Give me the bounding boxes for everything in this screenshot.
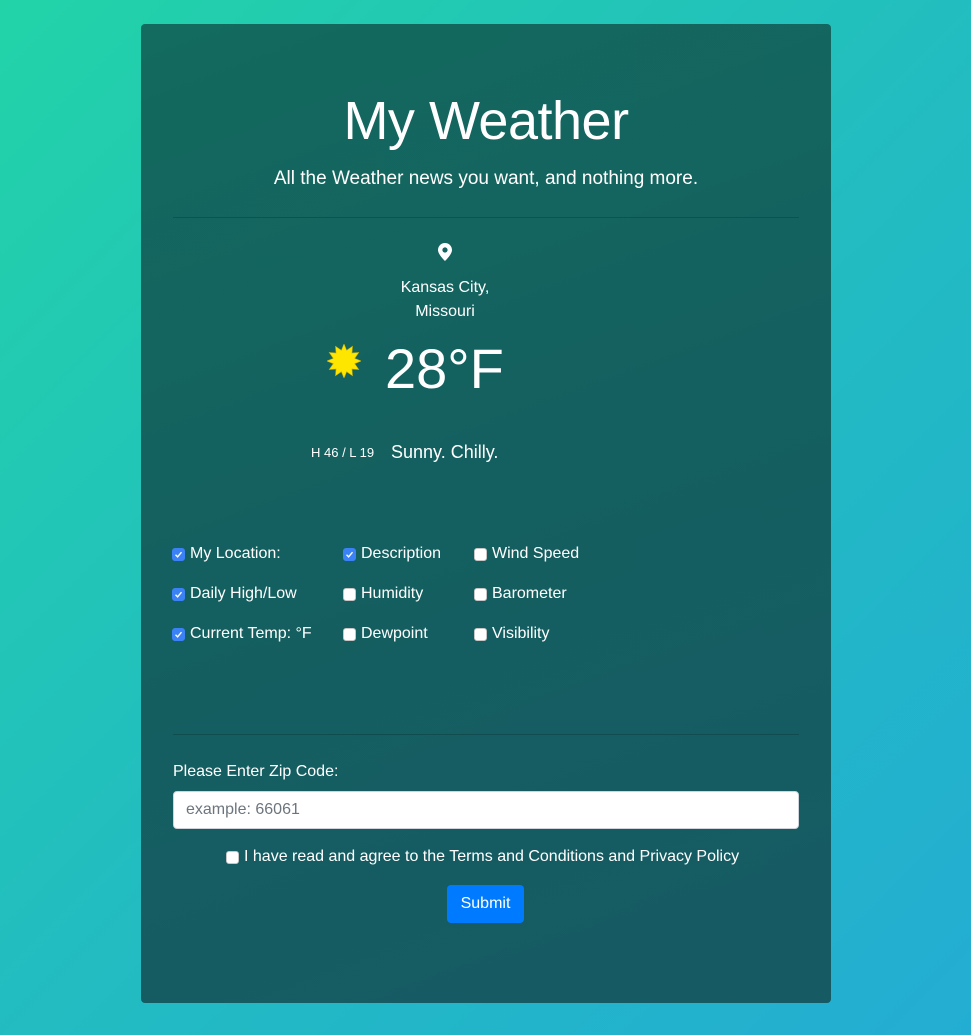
terms-checkbox[interactable]	[226, 850, 239, 864]
daily-high-low-checkbox[interactable]	[172, 587, 185, 601]
map-pin-icon	[438, 243, 452, 261]
visibility-checkbox[interactable]	[474, 627, 487, 641]
dewpoint-checkbox[interactable]	[343, 627, 356, 641]
weather-description: Sunny. Chilly.	[391, 442, 499, 462]
option-dewpoint[interactable]: Dewpoint	[343, 622, 428, 646]
page-title: My Weather	[343, 91, 629, 151]
option-daily-high-low[interactable]: Daily High/Low	[172, 582, 297, 606]
page-subtitle: All the Weather news you want, and nothi…	[273, 168, 699, 189]
zip-code-input[interactable]	[173, 791, 799, 829]
option-description[interactable]: Description	[343, 542, 441, 566]
my-location-checkbox[interactable]	[172, 547, 185, 561]
current-temp-label: Current Temp: °F	[190, 625, 312, 642]
wind-speed-label: Wind Speed	[492, 545, 580, 562]
current-temperature: 28°F	[385, 337, 504, 400]
submit-button[interactable]: Submit	[447, 885, 524, 923]
current-temp-checkbox[interactable]	[172, 627, 185, 641]
dewpoint-label: Dewpoint	[361, 625, 428, 642]
humidity-label: Humidity	[361, 585, 424, 602]
terms-agreement[interactable]: I have read and agree to the Terms and C…	[226, 846, 739, 868]
description-label: Description	[361, 545, 442, 562]
wind-speed-checkbox[interactable]	[474, 547, 487, 561]
option-wind-speed[interactable]: Wind Speed	[474, 542, 579, 566]
weather-card: My Weather All the Weather news you want…	[141, 24, 831, 1003]
barometer-label: Barometer	[492, 585, 567, 602]
option-visibility[interactable]: Visibility	[474, 622, 550, 646]
form-divider	[173, 734, 799, 735]
high-low-temperature: H 46 / L 19	[311, 445, 375, 460]
header-divider	[173, 217, 799, 218]
location-state: Missouri	[415, 303, 475, 320]
option-my-location[interactable]: My Location:	[172, 542, 281, 566]
option-humidity[interactable]: Humidity	[343, 582, 423, 606]
barometer-checkbox[interactable]	[474, 587, 487, 601]
humidity-checkbox[interactable]	[343, 587, 356, 601]
daily-high-low-label: Daily High/Low	[190, 585, 297, 602]
location-city: Kansas City,	[400, 279, 490, 296]
description-checkbox[interactable]	[343, 547, 356, 561]
option-current-temp[interactable]: Current Temp: °F	[172, 622, 312, 646]
visibility-label: Visibility	[492, 625, 550, 642]
zip-code-label: Please Enter Zip Code:	[173, 763, 339, 780]
sun-icon	[326, 343, 362, 379]
my-location-label: My Location:	[190, 545, 281, 562]
option-barometer[interactable]: Barometer	[474, 582, 567, 606]
terms-label: I have read and agree to the Terms and C…	[244, 848, 740, 865]
